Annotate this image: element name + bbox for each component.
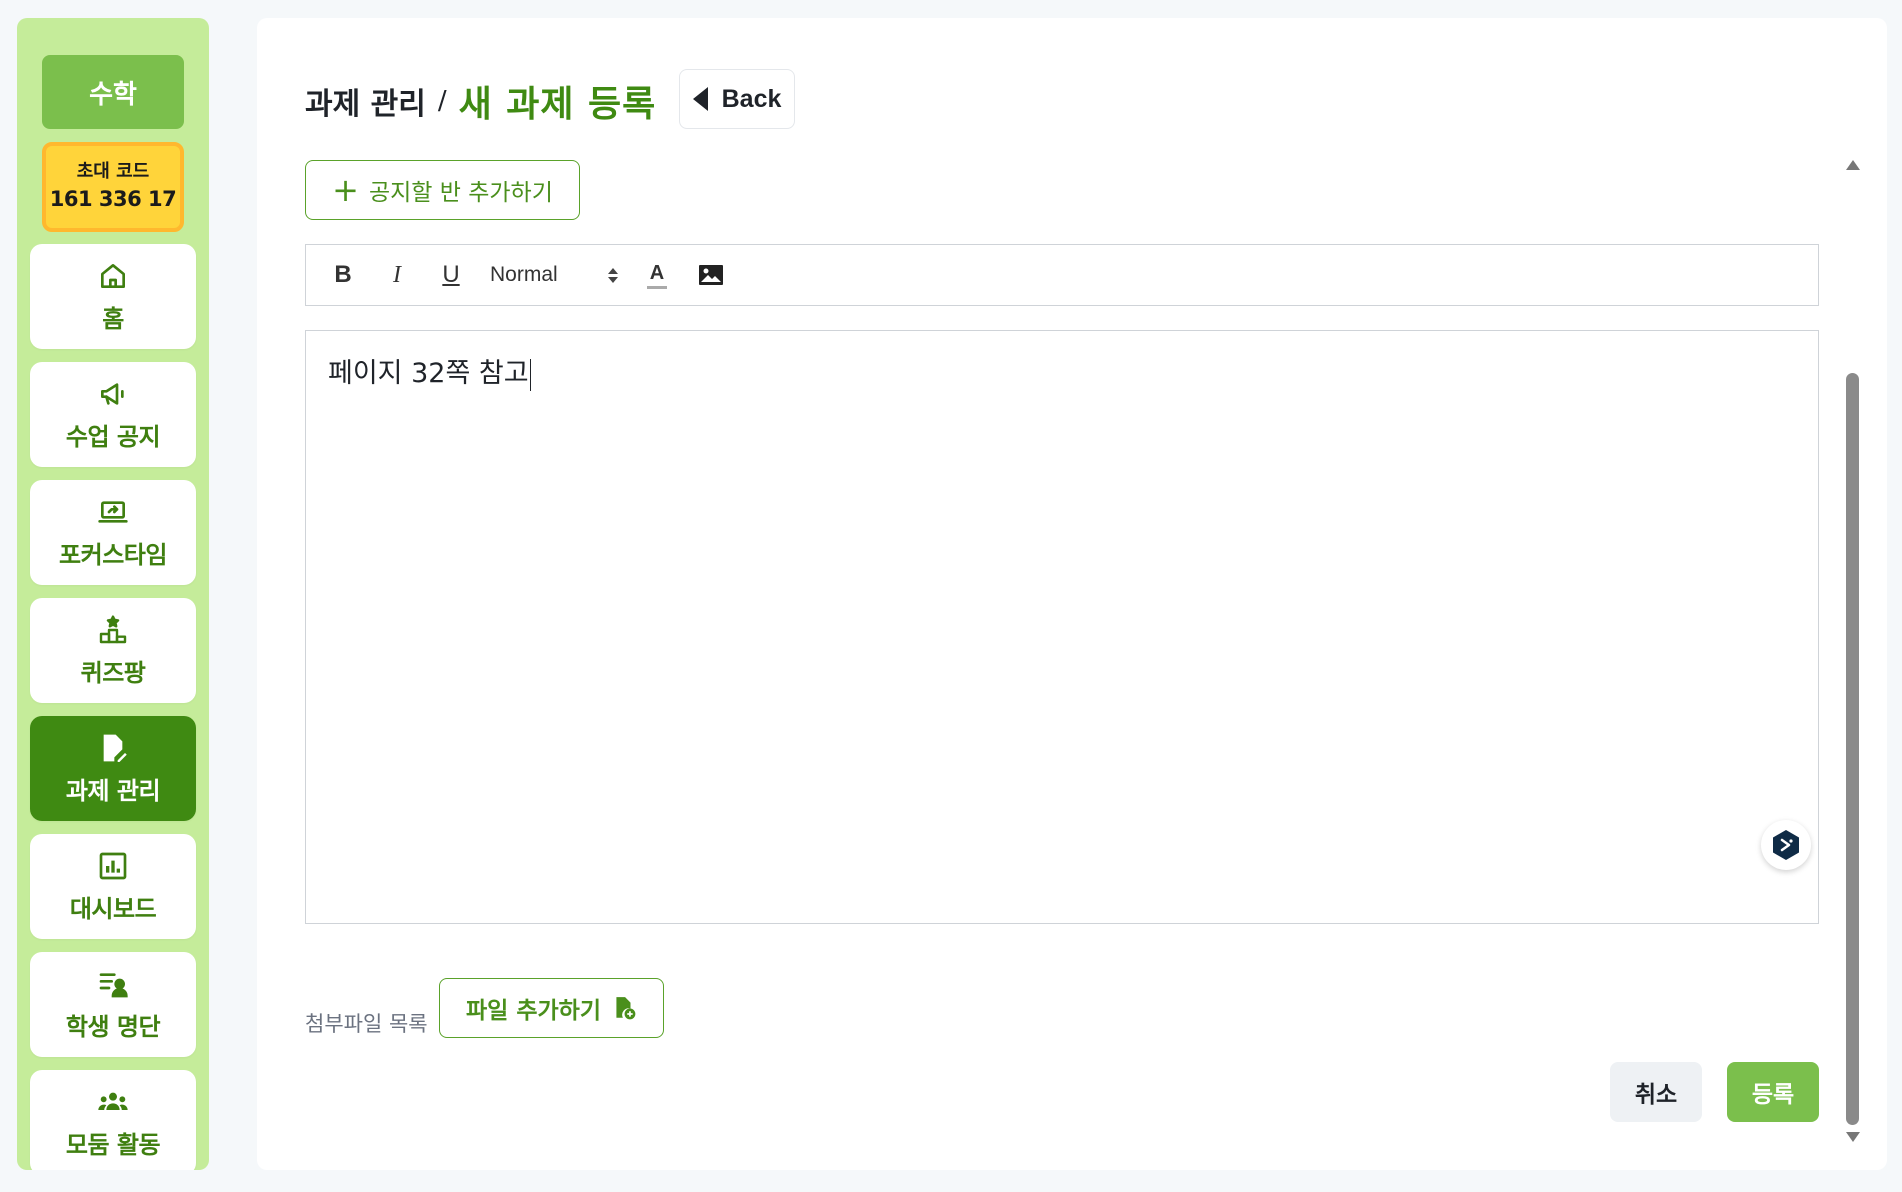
sidebar: 수학 초대 코드 161 336 17 홈 수업 공지 포커스타임 퀴즈팡 과제…	[17, 18, 209, 1170]
podium-icon	[96, 613, 130, 647]
page-title: 새 과제 등록	[458, 84, 657, 125]
cancel-button[interactable]: 취소	[1610, 1062, 1702, 1122]
sidebar-item-dashboard[interactable]: 대시보드	[30, 834, 196, 939]
underline-button[interactable]: U	[436, 260, 466, 290]
group-icon	[96, 1085, 130, 1119]
submit-button[interactable]: 등록	[1727, 1062, 1819, 1122]
sidebar-item-group[interactable]: 모둠 활동	[30, 1070, 196, 1170]
sidebar-item-label: 대시보드	[69, 895, 157, 923]
sidebar-item-focustime[interactable]: 포커스타임	[30, 480, 196, 585]
edit-document-icon	[96, 731, 130, 765]
scroll-up-arrow[interactable]	[1846, 160, 1860, 170]
format-select-value: Normal	[490, 263, 558, 286]
megaphone-icon	[96, 377, 130, 411]
sidebar-item-home[interactable]: 홈	[30, 244, 196, 349]
add-file-button[interactable]: 파일 추가하기	[439, 978, 664, 1038]
assistant-extension-icon[interactable]	[1761, 820, 1811, 870]
sidebar-item-label: 포커스타임	[59, 541, 167, 569]
add-file-label: 파일 추가하기	[466, 998, 601, 1024]
sidebar-item-notice[interactable]: 수업 공지	[30, 362, 196, 467]
main-panel: 과제 관리 / 새 과제 등록 Back + 공지할 반 추가하기 B I U …	[257, 18, 1887, 1170]
scrollbar-thumb[interactable]	[1846, 373, 1859, 1125]
attachments-label: 첨부파일 목록	[305, 1012, 428, 1036]
format-select[interactable]: Normal	[490, 263, 618, 287]
text-caret	[529, 358, 531, 391]
breadcrumb-parent[interactable]: 과제 관리	[305, 79, 426, 123]
image-icon[interactable]	[696, 260, 726, 290]
assignment-content-editor[interactable]: 페이지 32쪽 참고	[305, 330, 1819, 924]
invite-code-card[interactable]: 초대 코드 161 336 17	[42, 142, 184, 232]
sidebar-item-label: 수업 공지	[65, 423, 161, 451]
italic-button[interactable]: I	[382, 260, 412, 290]
sidebar-item-quiz[interactable]: 퀴즈팡	[30, 598, 196, 703]
plus-icon: +	[332, 171, 359, 209]
invite-code-value: 161 336 17	[49, 187, 177, 211]
back-arrow-icon	[692, 87, 708, 111]
laptop-icon	[96, 495, 130, 529]
sidebar-item-label: 학생 명단	[65, 1013, 161, 1041]
sidebar-item-label: 과제 관리	[65, 777, 161, 805]
bar-chart-icon	[96, 849, 130, 883]
student-list-icon	[96, 967, 130, 1001]
sidebar-item-label: 모둠 활동	[65, 1131, 161, 1159]
sidebar-item-assignments[interactable]: 과제 관리	[30, 716, 196, 821]
sidebar-item-label: 홈	[102, 305, 124, 333]
sidebar-item-label: 퀴즈팡	[80, 659, 146, 687]
home-icon	[96, 259, 130, 293]
bold-button[interactable]: B	[328, 260, 358, 290]
scroll-down-arrow[interactable]	[1846, 1132, 1860, 1142]
subject-badge[interactable]: 수학	[42, 55, 184, 129]
add-class-button[interactable]: + 공지할 반 추가하기	[305, 160, 580, 220]
file-add-icon	[616, 997, 636, 1020]
back-button[interactable]: Back	[679, 69, 795, 129]
editor-toolbar: B I U Normal A	[305, 244, 1819, 306]
back-button-label: Back	[721, 84, 782, 113]
text-color-bar	[647, 285, 667, 289]
sidebar-item-students[interactable]: 학생 명단	[30, 952, 196, 1057]
breadcrumb: 과제 관리 / 새 과제 등록	[305, 76, 656, 126]
editor-text: 페이지 32쪽 참고	[328, 358, 529, 389]
text-color-glyph: A	[649, 261, 665, 284]
breadcrumb-separator: /	[437, 86, 447, 116]
text-color-button[interactable]: A	[642, 260, 672, 290]
add-class-label: 공지할 반 추가하기	[368, 180, 553, 206]
invite-code-label: 초대 코드	[76, 161, 150, 182]
select-arrows-icon	[608, 267, 618, 283]
